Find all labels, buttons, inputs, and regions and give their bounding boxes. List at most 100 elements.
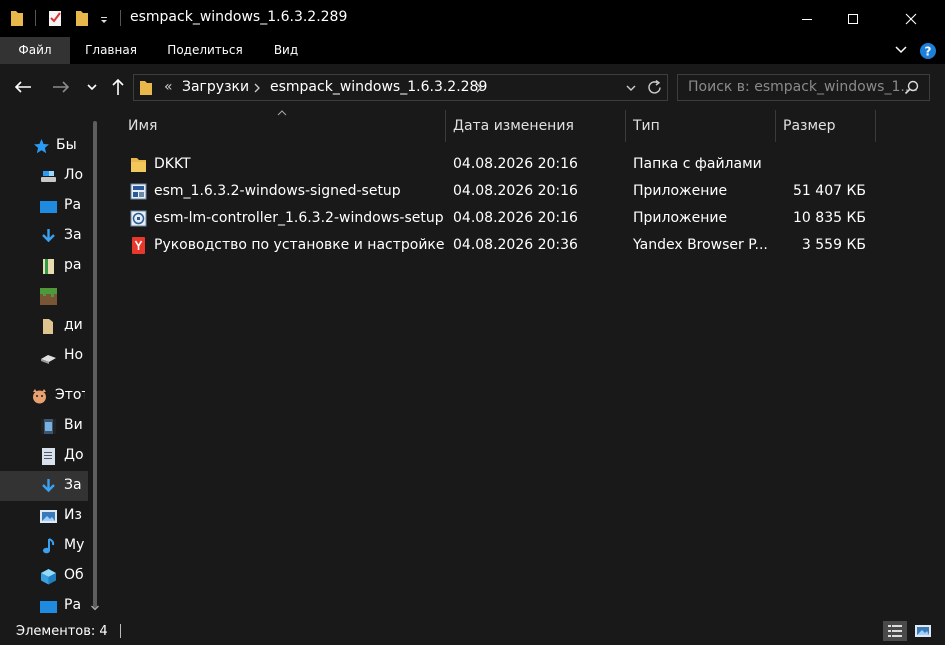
sidebar-item-label: ди	[64, 317, 83, 333]
item-count: Элементов: 4	[16, 624, 108, 639]
video-icon	[41, 419, 56, 434]
ribbon-expand-icon[interactable]	[894, 45, 908, 55]
scrollbar-thumb[interactable]	[93, 121, 97, 609]
separator	[35, 10, 36, 26]
star-icon	[34, 139, 49, 154]
file-date: 04.08.2026 20:36	[453, 237, 578, 253]
sidebar-item-device[interactable]: Но	[0, 341, 88, 371]
breadcrumb-overflow[interactable]: «	[164, 79, 173, 95]
properties-icon[interactable]	[47, 9, 64, 27]
sidebar-item-label: Ло	[64, 167, 84, 183]
large-icons-view-button[interactable]	[911, 621, 935, 641]
desktop-icon	[40, 601, 57, 613]
file-row[interactable]: Руководство по установке и настройке... …	[118, 232, 876, 259]
sidebar-item-this-pc[interactable]: Этот	[0, 381, 88, 411]
file-date: 04.08.2026 20:16	[453, 210, 578, 226]
tab-view[interactable]: Вид	[266, 37, 306, 64]
file-size: 3 559 КБ	[801, 237, 866, 253]
file-type: Папка с файлами	[633, 156, 762, 172]
breadcrumb-downloads[interactable]: Загрузки	[182, 79, 249, 95]
column-header-type[interactable]: Тип	[633, 118, 660, 146]
recent-locations-button[interactable]	[84, 76, 100, 98]
arrow-right-icon	[53, 81, 70, 93]
search-icon[interactable]	[904, 80, 919, 95]
drive-icon	[41, 171, 56, 182]
pictures-icon	[40, 510, 57, 523]
sidebar-item-documents[interactable]: До	[0, 441, 88, 471]
sidebar-item-label: За	[64, 227, 82, 243]
customize-qat-icon[interactable]	[99, 9, 109, 27]
file-row[interactable]: esm_1.6.3.2-windows-signed-setup 04.08.2…	[118, 178, 876, 205]
chevron-right-icon[interactable]	[475, 83, 483, 93]
column-divider[interactable]	[445, 110, 446, 142]
download-icon	[42, 229, 55, 243]
column-header-size[interactable]: Размер	[783, 118, 836, 146]
folder-icon	[43, 319, 53, 334]
sidebar-item-label: Ра	[64, 597, 82, 613]
sidebar-item-local-disk[interactable]: Ло	[0, 161, 88, 191]
column-divider[interactable]	[875, 110, 876, 142]
search-placeholder: Поиск в: esmpack_windows_1....	[688, 79, 919, 95]
sidebar-item-3d-objects[interactable]: Об	[0, 561, 88, 591]
sidebar-item-videos[interactable]: Ви	[0, 411, 88, 441]
sidebar-item-label: Ра	[64, 197, 82, 213]
column-header-name[interactable]: Имя	[128, 118, 157, 146]
refresh-icon[interactable]	[646, 79, 663, 96]
sidebar-item-label: Му	[64, 537, 84, 553]
arrow-left-icon	[14, 81, 31, 93]
large-icons-view-icon	[915, 625, 931, 637]
sidebar-item-label: Быс	[56, 137, 76, 153]
scroll-down-icon[interactable]	[90, 604, 100, 612]
column-header-date[interactable]: Дата изменения	[453, 118, 574, 146]
sidebar-item-label: До	[64, 447, 84, 463]
sidebar-item-music[interactable]: Му	[0, 531, 88, 561]
chevron-right-icon[interactable]	[253, 83, 261, 93]
column-divider[interactable]	[775, 110, 776, 142]
folder-icon	[140, 81, 152, 95]
sidebar-item-desktop-pc[interactable]: Ра	[0, 591, 88, 617]
sidebar-item-quick-access[interactable]: Быс	[0, 131, 88, 161]
file-name: esm_1.6.3.2-windows-signed-setup	[154, 183, 401, 199]
file-row[interactable]: esm-lm-controller_1.6.3.2-windows-setup …	[118, 205, 876, 232]
sidebar-item-downloads-pc[interactable]: За	[0, 471, 88, 501]
sidebar-item-downloads[interactable]: За	[0, 221, 88, 251]
column-divider[interactable]	[625, 110, 626, 142]
up-button[interactable]	[107, 76, 129, 98]
ribbon: Файл Главная Поделиться Вид ?	[0, 37, 945, 64]
download-icon	[42, 479, 55, 493]
tab-share[interactable]: Поделиться	[160, 37, 250, 64]
sidebar-item-folder[interactable]: ди	[0, 311, 88, 341]
search-box[interactable]: Поиск в: esmpack_windows_1....	[677, 74, 930, 101]
file-date: 04.08.2026 20:16	[453, 183, 578, 199]
maximize-button[interactable]	[830, 0, 876, 37]
address-dropdown-icon[interactable]	[625, 84, 637, 92]
back-button[interactable]	[12, 76, 34, 98]
pdf-icon	[132, 237, 145, 254]
navigation-pane-scrollbar[interactable]	[88, 111, 102, 617]
sidebar-item-pictures[interactable]: Из	[0, 501, 88, 531]
file-row[interactable]: DKKT 04.08.2026 20:16 Папка с файлами	[118, 151, 876, 178]
help-icon[interactable]: ?	[919, 42, 937, 60]
this-pc-icon	[33, 389, 46, 404]
file-type: Yandex Browser P...	[633, 237, 768, 253]
file-date: 04.08.2026 20:16	[453, 156, 578, 172]
sidebar-item-desktop[interactable]: Ра	[0, 191, 88, 221]
separator	[120, 10, 121, 26]
tab-file[interactable]: Файл	[0, 37, 70, 64]
minimize-icon	[802, 18, 812, 20]
address-bar[interactable]: « Загрузки esmpack_windows_1.6.3.2.289	[133, 74, 668, 101]
new-folder-icon[interactable]	[75, 9, 89, 27]
sort-ascending-icon	[277, 110, 287, 116]
details-view-button[interactable]	[883, 621, 907, 641]
file-name: Руководство по установке и настройке...	[154, 237, 444, 253]
close-button[interactable]	[888, 0, 934, 37]
device-icon	[41, 355, 56, 364]
sidebar-item-notebook[interactable]: ра	[0, 251, 88, 281]
tab-home[interactable]: Главная	[78, 37, 144, 64]
separator	[120, 624, 121, 638]
minimize-button[interactable]	[784, 0, 830, 37]
breadcrumb-current-folder[interactable]: esmpack_windows_1.6.3.2.289	[270, 79, 487, 95]
forward-button[interactable]	[50, 76, 72, 98]
sidebar-item-minecraft[interactable]	[0, 281, 88, 311]
notebook-icon	[43, 259, 54, 274]
